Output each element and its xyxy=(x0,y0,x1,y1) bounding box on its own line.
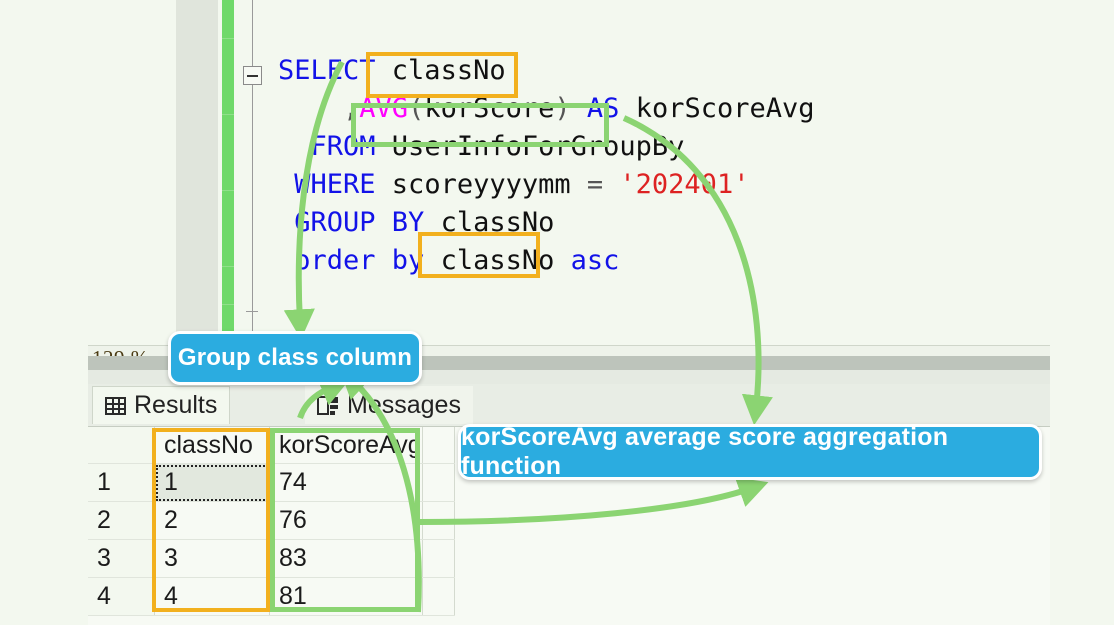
highlight-box-grid-korscoreavg xyxy=(270,428,420,612)
highlight-box-avg-korscore xyxy=(351,103,609,147)
cell-filler xyxy=(422,539,455,578)
highlight-box-grid-classno xyxy=(152,428,270,612)
header-filler xyxy=(422,427,455,464)
row-number[interactable]: 3 xyxy=(88,539,155,578)
sql-line-4: WHERE scoreyyyymm = '202401' xyxy=(294,169,750,200)
callout-korscoreavg-function-text: korScoreAvg average score aggregation fu… xyxy=(461,423,949,480)
highlight-box-groupby-classno xyxy=(418,232,540,278)
callout-korscoreavg-function: korScoreAvg average score aggregation fu… xyxy=(458,423,1042,480)
callout-group-class-column: Group class column xyxy=(168,331,422,385)
tab-messages[interactable]: Messages xyxy=(305,386,473,424)
outline-end-tick xyxy=(246,311,258,312)
row-number[interactable]: 2 xyxy=(88,501,155,540)
cell-filler xyxy=(422,501,455,540)
screenshot-root: SELECT classNo ,AVG(korScore) AS korScor… xyxy=(0,0,1114,625)
minus-box-icon[interactable] xyxy=(243,66,262,85)
messages-icon xyxy=(317,395,339,415)
sql-editor-pane[interactable]: SELECT classNo ,AVG(korScore) AS korScor… xyxy=(88,0,1050,345)
sql-line-6: order by classNo asc xyxy=(294,245,620,276)
header-rownum xyxy=(88,427,155,464)
tab-messages-label: Messages xyxy=(347,390,461,419)
cell-filler xyxy=(422,577,455,616)
callout-group-class-column-text: Group class column xyxy=(177,344,413,371)
results-tabstrip xyxy=(88,384,1050,426)
highlight-box-select-classno xyxy=(366,52,518,98)
cell-filler xyxy=(422,463,455,502)
row-number[interactable]: 1 xyxy=(88,463,155,502)
editor-change-bar xyxy=(222,0,234,345)
row-number[interactable]: 4 xyxy=(88,577,155,616)
editor-selection-margin xyxy=(176,0,218,345)
sql-line-5: GROUP BY classNo xyxy=(294,207,555,238)
grid-icon xyxy=(105,396,126,415)
editor-outline-rail xyxy=(252,0,253,345)
tab-results[interactable]: Results xyxy=(92,386,231,424)
tab-results-label: Results xyxy=(134,391,218,419)
